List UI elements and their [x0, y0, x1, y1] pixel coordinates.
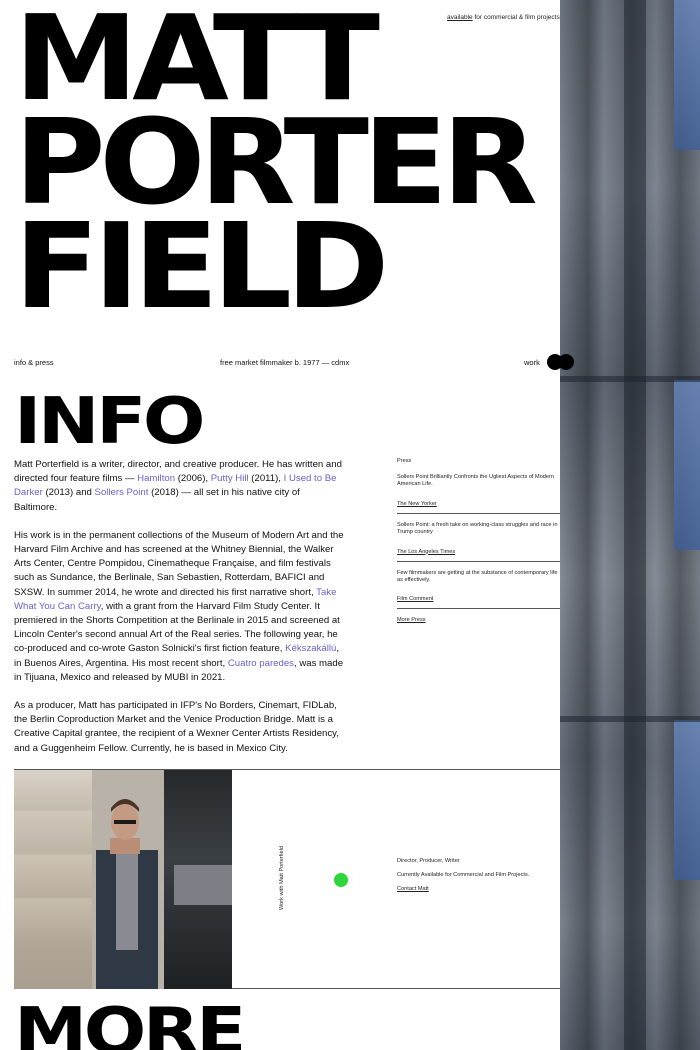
press-quote: Sollers Point: a fresh take on working-c…: [397, 521, 558, 536]
bio-text-span: (2013) and: [42, 487, 95, 499]
press-item: Few filmmakers are getting at the substa…: [397, 570, 560, 610]
site-title[interactable]: MATT PORTER FIELD: [14, 0, 608, 325]
press-source-link[interactable]: The New Yorker: [397, 501, 560, 507]
bio-paragraph: Matt Porterfield is a writer, director, …: [14, 458, 344, 515]
more-press-link[interactable]: More Press: [397, 617, 560, 623]
availability-text: for commercial & film projects: [472, 14, 560, 21]
person-figure: [96, 799, 158, 989]
press-list: Press Sollers Point Brilliantly Confront…: [397, 458, 560, 623]
press-quote: Few filmmakers are getting at the substa…: [397, 569, 558, 584]
bio-paragraph: His work is in the permanent collections…: [14, 529, 344, 685]
film-link[interactable]: Putty Hill: [211, 473, 249, 484]
contact-info: Director, Producer, Writer Currently Ava…: [397, 858, 547, 901]
press-source-link[interactable]: The Los Angeles Times: [397, 549, 560, 555]
bio-text-span: His work is in the permanent collections…: [14, 529, 344, 598]
film-link[interactable]: Kékszakállú: [285, 643, 336, 654]
press-heading: Press: [397, 458, 412, 464]
press-quote: Sollers Point Brilliantly Confronts the …: [397, 474, 555, 488]
bio-text-span: (2006),: [175, 473, 211, 485]
film-link[interactable]: Cuatro paredes: [228, 658, 294, 669]
status-dot-icon: [334, 873, 348, 887]
bio-text-span: (2011),: [248, 473, 284, 485]
contact-section: Work with Matt Porterfield Director, Pro…: [14, 769, 560, 989]
press-source-link[interactable]: Film Comment: [397, 596, 560, 602]
work-with-label: Work with Matt Porterfield: [279, 846, 285, 910]
film-link[interactable]: Hamilton: [137, 473, 175, 484]
nav-work[interactable]: work: [524, 358, 540, 367]
bio-text: Matt Porterfield is a writer, director, …: [14, 458, 344, 770]
portrait-photo: [14, 770, 232, 989]
role-text: Director, Producer, Writer: [397, 858, 460, 864]
nav-info-press[interactable]: info & press: [14, 358, 54, 367]
press-item: Sollers Point Brilliantly Confronts the …: [397, 474, 560, 514]
bio-text-span: As a producer, Matt has participated in …: [14, 700, 339, 754]
availability-status: Currently Available for Commercial and F…: [397, 872, 530, 879]
tagline: free market filmmaker b. 1977 — cdmx: [220, 358, 350, 367]
contact-link[interactable]: Contact Matt: [397, 886, 547, 893]
info-heading: INFO: [14, 385, 205, 459]
availability-link[interactable]: available: [447, 14, 473, 21]
toggle-dots-icon[interactable]: [547, 354, 575, 370]
press-item: Sollers Point: a fresh take on working-c…: [397, 522, 560, 562]
more-heading: MORE: [14, 995, 246, 1050]
bio-paragraph: As a producer, Matt has participated in …: [14, 699, 344, 756]
film-link[interactable]: Sollers Point: [95, 487, 149, 498]
availability-note: available for commercial & film projects: [447, 14, 560, 21]
